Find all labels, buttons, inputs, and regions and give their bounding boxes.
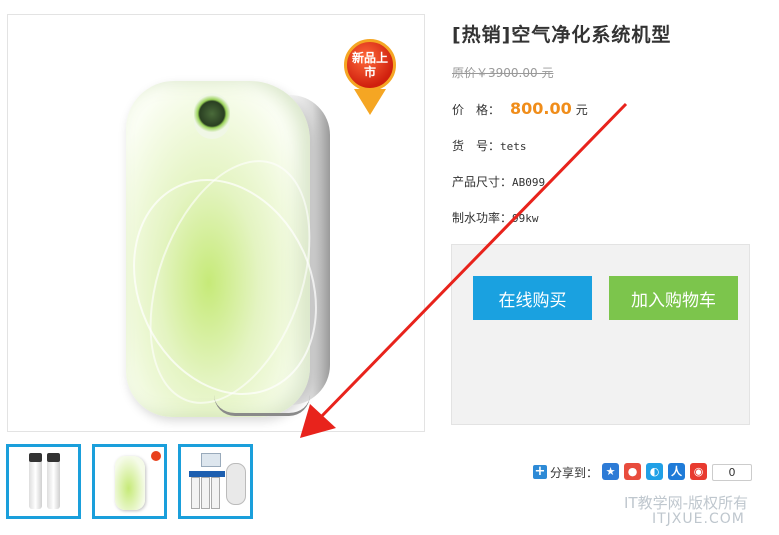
share-label[interactable]: 分享到： [550,464,598,481]
thumbnail-twin-filter[interactable] [6,444,81,519]
price-unit: 元 [575,103,588,117]
badge-ribbon [354,89,386,115]
filter-cap [47,453,60,462]
power-row: 制水功率：99kw [452,209,539,226]
share-plus-icon[interactable]: + [533,465,547,479]
size-row: 产品尺寸：AB099 [452,173,545,190]
watermark-text: IT教学网-版权所有 [624,494,748,512]
ro-tank [226,463,246,505]
sku-value: tets [500,140,527,153]
filter-cylinder [29,455,42,509]
weibo-icon[interactable]: ● [624,463,641,480]
qzone-icon[interactable]: ★ [602,463,619,480]
kaixin-icon[interactable]: ◉ [690,463,707,480]
thumbnail-purifier[interactable] [92,444,167,519]
ro-filter [191,477,200,509]
size-value: AB099 [512,176,546,189]
tencent-icon[interactable]: ◐ [646,463,663,480]
ro-filter [211,477,220,509]
ro-packaging [201,453,221,467]
main-product-image: 新品上市 [7,14,425,432]
size-label: 产品尺寸： [452,175,513,189]
filter-cap [29,453,42,462]
filter-cylinder [47,455,60,509]
price-row: 价 格： 800.00 元 [452,99,588,118]
ro-filter [201,477,210,509]
mini-purifier-image [115,456,145,510]
share-count: 0 [712,464,752,481]
sku-label: 货 号： [452,139,501,153]
buy-now-button[interactable]: 在线购买 [473,276,592,320]
purchase-panel: 在线购买 加入购物车 [451,244,750,425]
add-to-cart-button[interactable]: 加入购物车 [609,276,738,320]
thumbnail-ro-system[interactable] [178,444,253,519]
share-bar[interactable]: + 分享到： [533,462,598,482]
mini-badge-icon [151,451,161,461]
new-product-badge: 新品上市 [344,39,396,91]
purifier-control-panel [194,93,230,139]
price-label: 价 格： [452,103,501,117]
renren-icon[interactable]: 人 [668,463,685,480]
price-value: 800.00 [510,99,572,118]
sku-row: 货 号：tets [452,137,527,154]
power-label: 制水功率： [452,211,513,225]
product-title: [热销]空气净化系统机型 [452,24,672,46]
purifier-stand [214,395,310,416]
original-price: 原价￥3900.00 元 [452,66,554,80]
power-value: 99kw [512,212,539,225]
watermark-url: ITJXUE.COM [652,511,745,527]
